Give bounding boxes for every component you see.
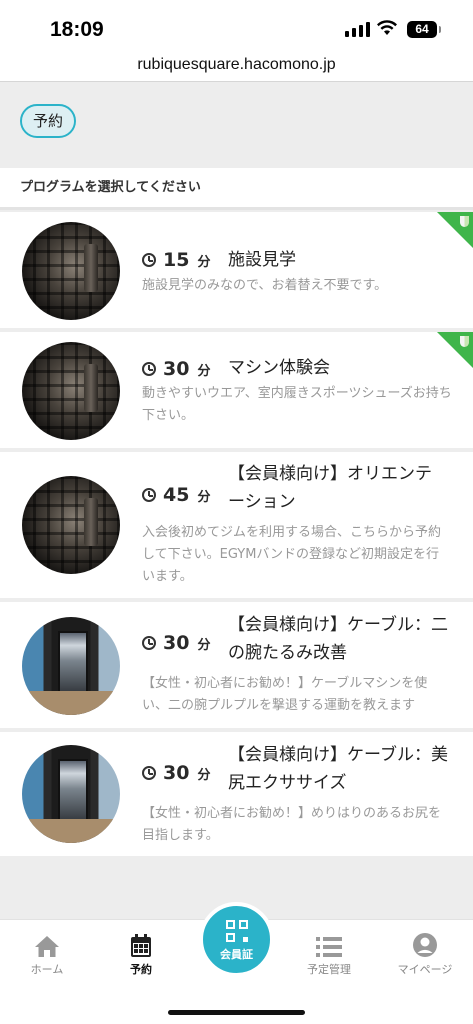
section-heading: プログラムを選択してください: [0, 168, 473, 210]
home-indicator: [168, 1010, 305, 1015]
program-title: 施設見学: [228, 250, 296, 270]
clock-icon: [142, 253, 156, 267]
member-card-label: 会員証: [220, 948, 253, 961]
program-item-orientation[interactable]: 45 分 【会員様向け】オリエンテーション 入会後初めてジムを利用する場合、こち…: [0, 452, 473, 598]
program-duration: 15 分: [142, 249, 210, 271]
nav-schedule-label: 予定管理: [307, 963, 351, 976]
duration-unit: 分: [197, 363, 211, 379]
beginner-mark-icon: [460, 216, 469, 227]
qr-code-icon: [225, 920, 248, 942]
nav-reserve-label: 予約: [130, 963, 152, 976]
program-description: 施設見学のみなので、お着替え不要です。: [142, 278, 388, 293]
duration-value: 30: [163, 358, 190, 380]
duration-unit: 分: [197, 489, 211, 505]
battery-icon: 64: [407, 21, 441, 38]
program-thumbnail: [22, 617, 120, 715]
program-title: 【会員様向け】ケーブル：美尻エクササイズ: [228, 745, 448, 793]
duration-unit: 分: [197, 254, 211, 270]
clock-icon: [142, 766, 156, 780]
program-title: マシン体験会: [228, 358, 330, 378]
clock-time: 18:09: [50, 18, 104, 41]
calendar-icon: [96, 928, 186, 958]
program-item-machine-trial[interactable]: 30 分 マシン体験会 動きやすいウエア、室内履きスポーツシューズお持ち下さい。: [0, 332, 473, 448]
wifi-icon: [377, 20, 397, 35]
duration-value: 30: [163, 632, 190, 654]
program-duration: 30 分: [142, 632, 210, 654]
program-description: 【女性・初心者にお勧め！】ケーブルマシンを使い、二の腕プルプルを撃退する運動を教…: [142, 676, 428, 713]
duration-value: 30: [163, 762, 190, 784]
nav-schedule[interactable]: 予定管理: [284, 928, 374, 977]
program-description: 【女性・初心者にお勧め！】めりはりのあるお尻を目指します。: [142, 806, 442, 843]
address-bar[interactable]: rubiquesquare.hacomono.jp: [0, 52, 473, 82]
clock-icon: [142, 636, 156, 650]
duration-value: 15: [163, 249, 190, 271]
list-icon: [284, 928, 374, 958]
duration-value: 45: [163, 484, 190, 506]
program-description: 入会後初めてジムを利用する場合、こちらから予約して下さい。EGYMバンドの登録な…: [142, 525, 442, 584]
program-duration: 30 分: [142, 762, 210, 784]
program-item-cable-arms[interactable]: 30 分 【会員様向け】ケーブル：二の腕たるみ改善 【女性・初心者にお勧め！】ケ…: [0, 602, 473, 728]
home-icon: [2, 928, 92, 958]
program-thumbnail: [22, 745, 120, 843]
tab-reserve-chip[interactable]: 予約: [20, 104, 77, 138]
program-item-facility-tour[interactable]: 15 分 施設見学 施設見学のみなので、お着替え不要です。: [0, 212, 473, 328]
clock-icon: [142, 488, 156, 502]
program-title: 【会員様向け】ケーブル：二の腕たるみ改善: [228, 615, 448, 663]
nav-mypage[interactable]: マイページ: [380, 928, 470, 977]
status-bar: 18:09 64: [0, 0, 473, 52]
program-thumbnail: [22, 476, 120, 574]
program-thumbnail: [22, 342, 120, 440]
user-icon: [380, 928, 470, 958]
beginner-mark-icon: [460, 336, 469, 347]
duration-unit: 分: [197, 767, 211, 783]
duration-unit: 分: [197, 637, 211, 653]
program-duration: 45 分: [142, 484, 210, 506]
program-duration: 30 分: [142, 358, 210, 380]
clock-icon: [142, 362, 156, 376]
tab-chip-area: 予約: [0, 82, 473, 168]
nav-reserve[interactable]: 予約: [96, 928, 186, 977]
nav-mypage-label: マイページ: [397, 963, 453, 976]
cellular-signal-icon: [345, 22, 370, 37]
nav-home[interactable]: ホーム: [2, 928, 92, 977]
nav-home-label: ホーム: [30, 963, 64, 976]
member-card-button[interactable]: 会員証: [199, 902, 274, 977]
program-thumbnail: [22, 222, 120, 320]
program-description: 動きやすいウエア、室内履きスポーツシューズお持ち下さい。: [142, 386, 452, 423]
program-title: 【会員様向け】オリエンテーション: [228, 464, 432, 512]
program-item-cable-glutes[interactable]: 30 分 【会員様向け】ケーブル：美尻エクササイズ 【女性・初心者にお勧め！】め…: [0, 732, 473, 856]
